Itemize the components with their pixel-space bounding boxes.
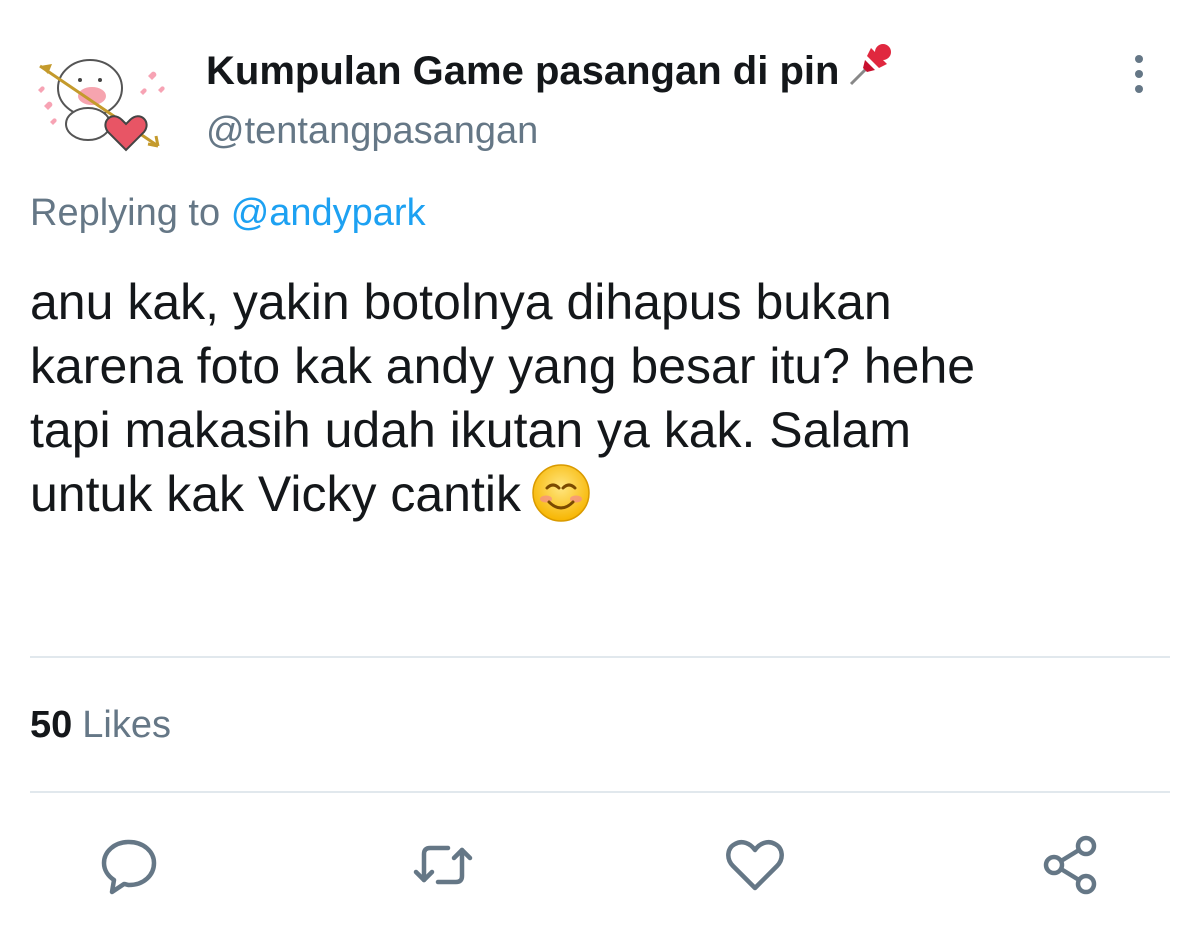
share-button[interactable] xyxy=(1036,830,1106,900)
reply-icon xyxy=(101,839,157,895)
likes-stat[interactable]: 50 Likes xyxy=(30,702,171,748)
cartoon-heart-arrow-avatar-icon xyxy=(38,59,165,152)
tweet-line: tapi makasih udah ikutan ya kak. Salam xyxy=(30,402,912,458)
avatar[interactable] xyxy=(30,36,170,166)
like-button[interactable] xyxy=(720,830,790,900)
retweet-button[interactable] xyxy=(408,830,478,900)
divider-bottom xyxy=(30,791,1170,793)
tweet-text: anu kak, yakin botolnya dihapus bukan ka… xyxy=(30,270,1160,526)
tweet-line: anu kak, yakin botolnya dihapus bukan xyxy=(30,274,892,330)
tweet-line-text: untuk kak Vicky cantik xyxy=(30,466,521,522)
replying-prefix: Replying to xyxy=(30,192,221,234)
reply-mention-link[interactable]: @andypark xyxy=(231,192,426,234)
share-icon xyxy=(1043,835,1097,895)
display-name[interactable]: Kumpulan Game pasangan di pin xyxy=(206,38,897,95)
retweet-icon xyxy=(413,845,473,885)
replying-to: Replying to @andypark xyxy=(30,190,426,236)
like-icon xyxy=(726,840,784,891)
display-name-text: Kumpulan Game pasangan di pin xyxy=(206,49,840,93)
tweet-line-last: untuk kak Vicky cantik xyxy=(30,462,1160,526)
tweet-line: karena foto kak andy yang besar itu? heh… xyxy=(30,338,976,394)
smiling-face-icon xyxy=(531,463,591,523)
username-handle[interactable]: @tentangpasangan xyxy=(206,108,538,154)
divider-top xyxy=(30,656,1170,658)
reply-button[interactable] xyxy=(94,830,164,900)
likes-label: Likes xyxy=(82,704,171,746)
more-options-icon[interactable] xyxy=(1122,52,1156,96)
likes-count: 50 xyxy=(30,704,73,746)
pushpin-icon xyxy=(845,38,897,90)
